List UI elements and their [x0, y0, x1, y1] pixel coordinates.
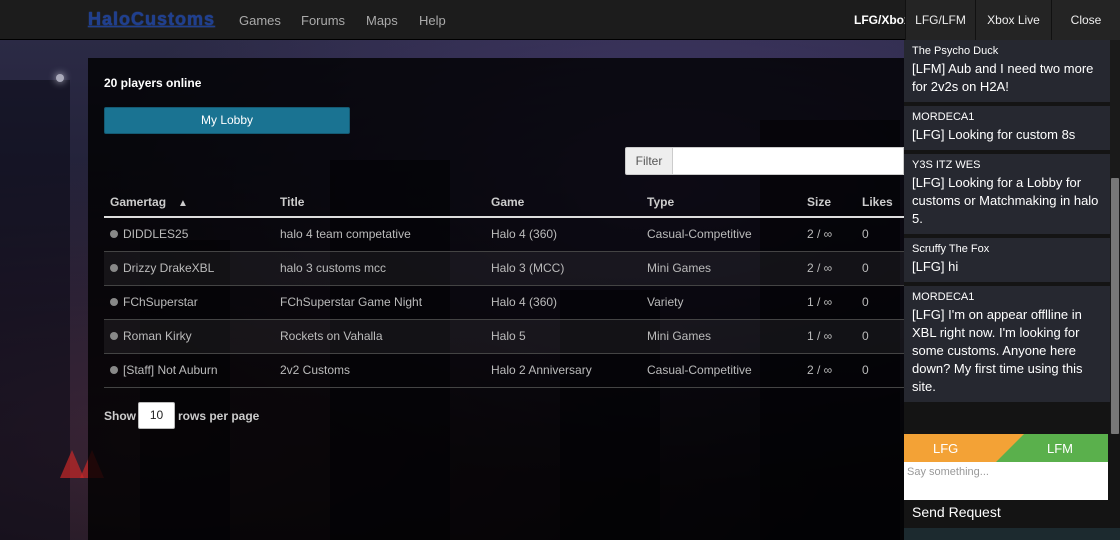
- tab-xbox-live[interactable]: Xbox Live: [975, 0, 1051, 40]
- nav-help[interactable]: Help: [419, 13, 446, 28]
- column-header-gamertag[interactable]: Gamertag ▲: [104, 187, 274, 218]
- lobby-title: 2v2 Customs: [274, 353, 485, 388]
- site-logo[interactable]: HaloCustoms: [88, 9, 215, 30]
- message-text: [LFG] I'm on appear offlline in XBL righ…: [912, 307, 1083, 394]
- gamertag: Drizzy DrakeXBL: [123, 261, 215, 275]
- status-dot: [110, 230, 118, 239]
- chat-message-input[interactable]: Say something...: [904, 462, 1108, 500]
- table-row[interactable]: [Staff] Not Auburn 2v2 Customs Halo 2 An…: [104, 353, 904, 388]
- column-header-game[interactable]: Game: [485, 187, 641, 218]
- likes: 0: [856, 353, 904, 388]
- table-row[interactable]: Roman Kirky Rockets on Vahalla Halo 5 Mi…: [104, 319, 904, 354]
- type: Casual-Competitive: [641, 353, 801, 388]
- message-text: [LFG] Looking for a Lobby for customs or…: [912, 175, 1099, 226]
- lfg-label: LFG: [933, 441, 959, 456]
- lobby-title: Rockets on Vahalla: [274, 319, 485, 354]
- gamertag: [Staff] Not Auburn: [123, 363, 218, 377]
- nav-games[interactable]: Games: [239, 13, 281, 28]
- message-author: Y3S ITZ WES: [912, 159, 981, 171]
- chat-message: The Psycho Duck [LFM] Aub and I need two…: [904, 40, 1110, 102]
- filter-input[interactable]: [673, 147, 904, 175]
- gamertag: FChSuperstar: [123, 295, 198, 309]
- players-table: Gamertag ▲ Title Game Type Size Likes DID…: [104, 187, 904, 388]
- size: 2 / ∞: [801, 353, 856, 388]
- chat-message: Scruffy The Fox [LFG] hi: [904, 238, 1110, 282]
- send-request-button[interactable]: Send Request: [912, 504, 1001, 520]
- likes: 0: [856, 285, 904, 320]
- nav-maps[interactable]: Maps: [366, 13, 398, 28]
- type: Mini Games: [641, 319, 801, 354]
- toggle-divider: [996, 434, 1024, 462]
- column-header-likes[interactable]: Likes: [856, 187, 904, 218]
- status-dot: [110, 298, 118, 306]
- nav-forums[interactable]: Forums: [301, 13, 345, 28]
- lobby-title: halo 3 customs mcc: [274, 251, 485, 286]
- chat-message: Y3S ITZ WES [LFG] Looking for a Lobby fo…: [904, 154, 1110, 234]
- chat-footer-strip: [904, 528, 1120, 540]
- lobby-panel: 20 players online My Lobby Filter Gamert…: [88, 58, 904, 540]
- chat-message: MORDECA1 [LFG] Looking for custom 8s: [904, 106, 1110, 150]
- lobby-title: FChSuperstar Game Night: [274, 285, 485, 320]
- game: Halo 5: [485, 319, 641, 354]
- message-text: [LFG] hi: [912, 259, 959, 274]
- type: Variety: [641, 285, 801, 320]
- likes: 0: [856, 319, 904, 354]
- table-row[interactable]: FChSuperstar FChSuperstar Game Night Hal…: [104, 285, 904, 320]
- gamertag: DIDDLES25: [123, 227, 189, 242]
- status-dot: [110, 264, 118, 272]
- players-online-count: 20 players online: [104, 76, 202, 90]
- chat-scrollbar-thumb[interactable]: [1111, 178, 1119, 434]
- top-navbar: HaloCustoms Games Forums Maps Help LFG/X…: [0, 0, 1120, 40]
- game: Halo 3 (MCC): [485, 251, 641, 286]
- column-header-title[interactable]: Title: [274, 187, 485, 218]
- size: 1 / ∞: [801, 319, 856, 354]
- gamertag: Roman Kirky: [123, 329, 192, 343]
- message-author: MORDECA1: [912, 291, 975, 303]
- message-author: The Psycho Duck: [912, 45, 999, 57]
- game: Halo 4 (360): [485, 285, 641, 320]
- lfm-label: LFM: [1047, 441, 1073, 456]
- message-text: [LFM] Aub and I need two more for 2v2s o…: [912, 61, 1094, 94]
- chat-feed: The Psycho Duck [LFM] Aub and I need two…: [904, 40, 1110, 434]
- table-row[interactable]: Drizzy DrakeXBL halo 3 customs mcc Halo …: [104, 251, 904, 286]
- message-text: [LFG] Looking for custom 8s: [912, 127, 1076, 142]
- show-label: Show: [104, 409, 136, 423]
- close-button[interactable]: Close: [1051, 0, 1120, 40]
- rows-per-page-label: rows per page: [178, 409, 260, 423]
- likes: 0: [856, 251, 904, 286]
- size: 2 / ∞: [801, 217, 856, 252]
- lobby-title: halo 4 team competative: [274, 217, 485, 252]
- likes: 0: [856, 217, 904, 252]
- status-dot: [110, 366, 118, 374]
- light-glow: [56, 74, 64, 82]
- message-author: Scruffy The Fox: [912, 243, 990, 255]
- lfg-lfm-toggle[interactable]: LFG LFM: [904, 434, 1108, 462]
- chat-panel: The Psycho Duck [LFM] Aub and I need two…: [904, 40, 1120, 540]
- table-row[interactable]: DIDDLES25 halo 4 team competative Halo 4…: [104, 217, 904, 252]
- rows-per-page-input[interactable]: 10: [138, 402, 175, 429]
- size: 1 / ∞: [801, 285, 856, 320]
- column-header-size[interactable]: Size: [801, 187, 856, 218]
- size: 2 / ∞: [801, 251, 856, 286]
- type: Mini Games: [641, 251, 801, 286]
- game: Halo 2 Anniversary: [485, 353, 641, 388]
- filter-label: Filter: [625, 147, 673, 175]
- status-dot: [110, 332, 118, 340]
- column-header-type[interactable]: Type: [641, 187, 801, 218]
- type: Casual-Competitive: [641, 217, 801, 252]
- message-author: MORDECA1: [912, 111, 975, 123]
- tab-lfg-lfm[interactable]: LFG/LFM: [905, 0, 975, 40]
- chat-message: MORDECA1 [LFG] I'm on appear offlline in…: [904, 286, 1110, 402]
- lfg-xbox-link[interactable]: LFG/Xbox: [854, 13, 911, 27]
- my-lobby-button[interactable]: My Lobby: [104, 107, 350, 134]
- game: Halo 4 (360): [485, 217, 641, 252]
- sort-up-icon: ▲: [178, 197, 188, 209]
